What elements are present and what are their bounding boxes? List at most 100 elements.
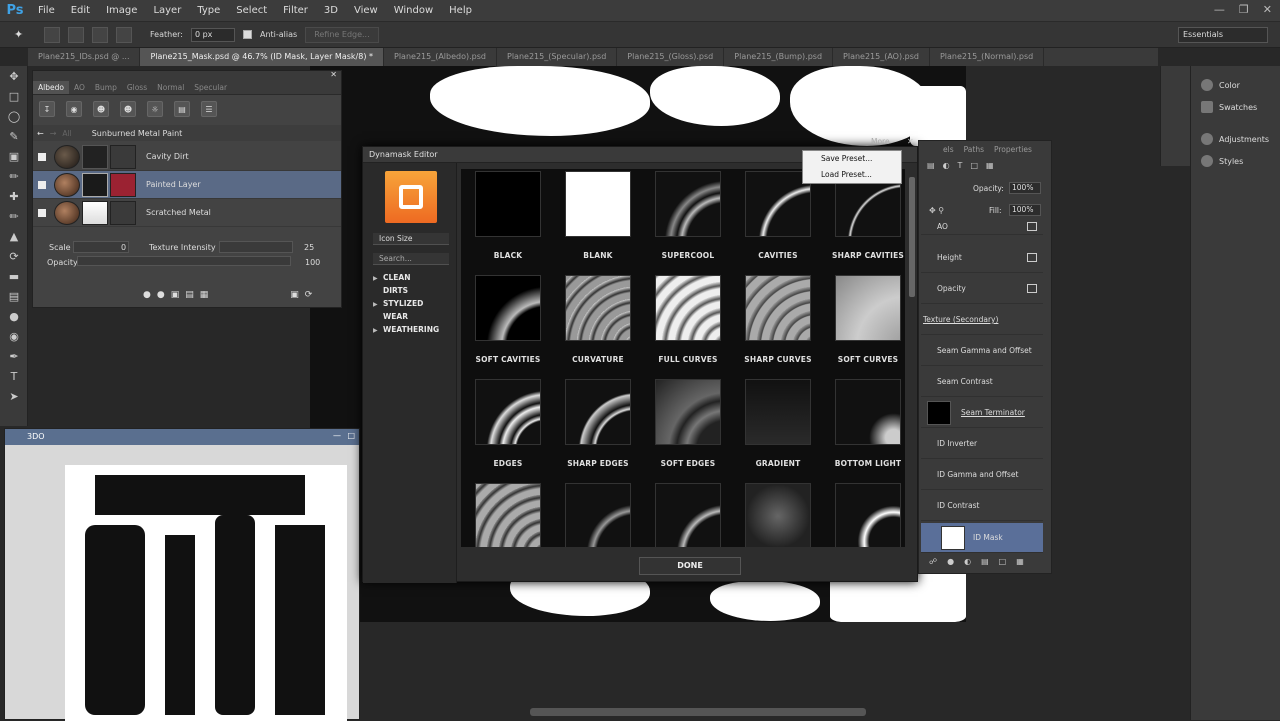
tab-properties[interactable]: Properties [994, 145, 1032, 154]
layer-style-icon[interactable] [1027, 284, 1037, 293]
history-brush-icon[interactable]: ⟳ [0, 246, 28, 266]
layer-row-selected[interactable]: ID Mask [921, 523, 1043, 553]
tab-gloss[interactable]: Gloss [122, 81, 152, 94]
new-material-icon[interactable]: ◉ [66, 101, 82, 117]
material-layer-row[interactable]: Scratched Metal [33, 199, 341, 227]
filter-type-icon[interactable]: T [958, 161, 963, 175]
tab-gloss[interactable]: Plane215_(Gloss).psd [617, 48, 725, 66]
preset-tile[interactable]: SHARP CAVITIES [823, 171, 905, 271]
more-menu-button[interactable]: More [871, 137, 890, 146]
preset-scrollbar[interactable] [909, 177, 915, 297]
preset-tile[interactable]: SHARP EDGES [553, 379, 643, 479]
texture-intensity-value[interactable]: 25 [304, 243, 314, 252]
done-button[interactable]: DONE [639, 557, 741, 575]
crop-tool-icon[interactable]: ▣ [0, 146, 28, 166]
save-preset-item[interactable]: Save Preset... [803, 151, 901, 167]
category-dirts[interactable]: DIRTS [373, 286, 408, 295]
layer-row[interactable]: ID Contrast [921, 491, 1043, 521]
menu-select[interactable]: Select [228, 5, 275, 16]
tab-bump[interactable]: Bump [90, 81, 122, 94]
category-stylized[interactable]: ▶ STYLIZED [373, 299, 423, 308]
layer-row[interactable]: Seam Contrast [921, 367, 1043, 397]
intersect-selection-icon[interactable] [116, 26, 132, 43]
save-icon[interactable]: ▣ [290, 290, 299, 300]
menu-view[interactable]: View [346, 5, 386, 16]
tab-specular[interactable]: Specular [189, 81, 232, 94]
add-selection-icon[interactable] [68, 26, 84, 43]
menu-3d[interactable]: 3D [316, 5, 346, 16]
lasso-tool-icon[interactable]: ◯ [0, 106, 28, 126]
close-icon[interactable]: ✕ [330, 70, 337, 79]
adjustments-panel-button[interactable]: Adjustments [1191, 128, 1280, 150]
layer-style-icon[interactable] [1027, 253, 1037, 262]
link-icon[interactable]: ☍ [929, 557, 937, 571]
menu-edit[interactable]: Edit [63, 5, 98, 16]
tab-paths[interactable]: Paths [964, 145, 984, 154]
preset-tile[interactable]: CURVATURE [553, 275, 643, 375]
preset-tile[interactable] [553, 483, 643, 547]
close-icon[interactable]: ✕ [907, 137, 914, 146]
preset-tile[interactable]: BLACK [463, 171, 553, 271]
folder-icon[interactable]: ▤ [185, 290, 194, 300]
texture-intensity-slider[interactable] [219, 241, 293, 253]
feather-input[interactable]: 0 px [190, 27, 235, 42]
category-clean[interactable]: ▶ CLEAN [373, 273, 411, 282]
menu-layer[interactable]: Layer [145, 5, 189, 16]
material-layer-row[interactable]: Cavity Dirt [33, 143, 341, 171]
layer-row[interactable]: ID Inverter [921, 429, 1043, 459]
menu-image[interactable]: Image [98, 5, 145, 16]
breadcrumb-all[interactable]: All [62, 129, 71, 138]
add-layer-icon[interactable]: ☻ [93, 101, 109, 117]
preset-tile[interactable]: EDGES [463, 379, 553, 479]
preset-tile[interactable]: CAVITIES [733, 171, 823, 271]
quick-select-icon[interactable]: ✎ [0, 126, 28, 146]
tab-ao[interactable]: Plane215_(AO).psd [833, 48, 930, 66]
filter-adjustment-icon[interactable]: ◐ [943, 161, 950, 175]
category-weathering[interactable]: ▶ WEATHERING [373, 325, 439, 334]
brush-tool-icon[interactable]: ✏ [0, 206, 28, 226]
tab-albedo[interactable]: Albedo [33, 81, 69, 94]
pen-tool-icon[interactable]: ✒ [0, 346, 28, 366]
layer-row[interactable]: Seam Terminator [921, 398, 1043, 428]
minimize-icon[interactable]: — [333, 431, 341, 440]
subtract-selection-icon[interactable] [92, 26, 108, 43]
menu-window[interactable]: Window [386, 5, 441, 16]
lasso-tool-icon[interactable]: ✦ [14, 28, 36, 41]
preset-tile[interactable]: FULL CURVES [643, 275, 733, 375]
preset-tile[interactable]: BOTTOM LIGHT [823, 379, 905, 479]
opacity-slider[interactable] [77, 256, 291, 266]
type-tool-icon[interactable]: T [0, 366, 28, 386]
layer-row[interactable]: ID Gamma and Offset [921, 460, 1043, 490]
opacity-value[interactable]: 100 [305, 258, 320, 267]
preset-tile[interactable]: GRADIENT [733, 379, 823, 479]
close-icon[interactable]: ✕ [1263, 3, 1272, 16]
antialias-checkbox[interactable] [242, 30, 252, 39]
visibility-icon[interactable] [38, 208, 46, 217]
icon-size-field[interactable]: Icon Size [373, 233, 449, 245]
sphere-icon[interactable]: ● [157, 290, 165, 300]
back-icon[interactable]: ← [37, 129, 44, 138]
forward-icon[interactable]: → [50, 129, 57, 138]
filter-shape-icon[interactable]: □ [970, 161, 978, 175]
tab-normal[interactable]: Plane215_(Normal).psd [929, 48, 1045, 66]
refine-edge-button[interactable]: Refine Edge... [305, 26, 379, 43]
path-select-icon[interactable]: ➤ [0, 386, 28, 406]
material-layer-row[interactable]: Painted Layer [33, 171, 341, 199]
preset-tile[interactable]: BLANK [553, 171, 643, 271]
preset-tile[interactable]: SOFT EDGES [643, 379, 733, 479]
restore-icon[interactable]: ❐ [1239, 3, 1249, 16]
menu-filter[interactable]: Filter [275, 5, 316, 16]
layer-row[interactable]: AO [921, 219, 1043, 235]
eyedropper-icon[interactable]: ✏ [0, 166, 28, 186]
move-tool-icon[interactable]: ✥ [0, 66, 28, 86]
tab-ao[interactable]: AO [69, 81, 90, 94]
settings-icon[interactable]: ☰ [201, 101, 217, 117]
trash-icon[interactable]: ▦ [1016, 557, 1024, 571]
tab-specular[interactable]: Plane215_(Specular).psd [497, 48, 618, 66]
minimize-icon[interactable]: — [1214, 3, 1225, 16]
preset-tile[interactable] [823, 483, 905, 547]
layer-row[interactable]: Height [921, 243, 1043, 273]
filter-pixel-icon[interactable]: ▤ [927, 161, 935, 175]
preset-tile[interactable] [733, 483, 823, 547]
styles-panel-button[interactable]: Styles [1191, 150, 1280, 172]
